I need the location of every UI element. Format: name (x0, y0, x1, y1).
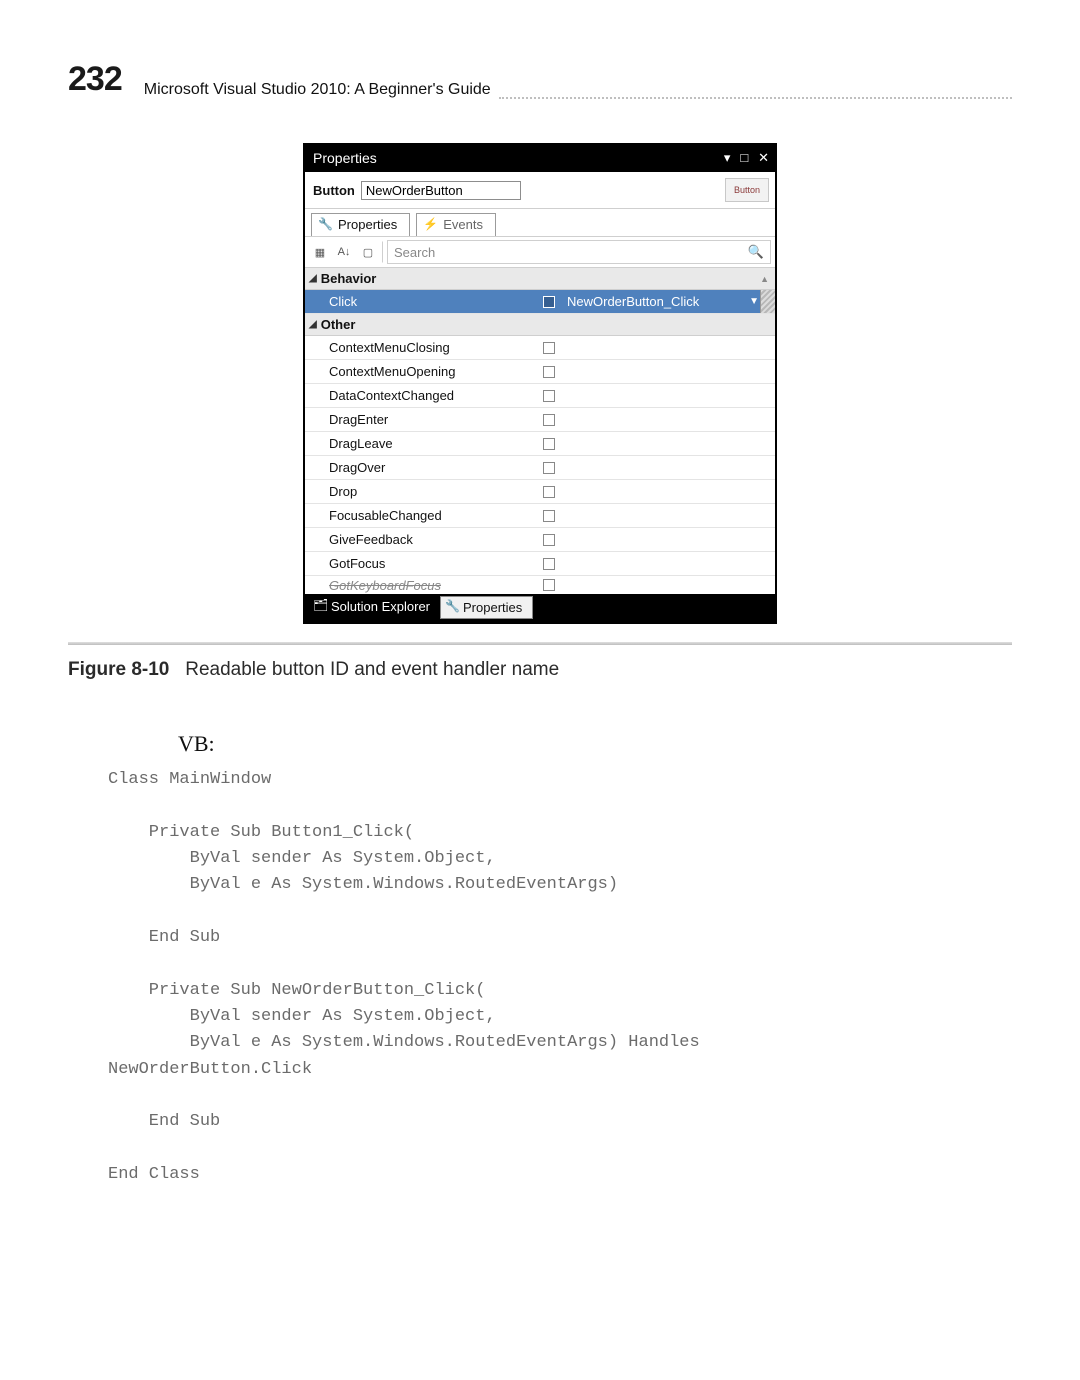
wrench-icon: 🔧 (445, 599, 460, 613)
event-marker-icon[interactable] (543, 390, 555, 402)
event-row[interactable]: FocusableChanged (305, 504, 775, 528)
event-grid: ContextMenuClosing ContextMenuOpening Da… (305, 336, 775, 594)
window-title: Properties (313, 150, 718, 166)
window-titlebar[interactable]: Properties ▾ □ ✕ (305, 145, 775, 172)
event-marker-icon (543, 579, 555, 591)
event-row[interactable]: DragOver (305, 456, 775, 480)
code-listing: Class MainWindow Private Sub Button1_Cli… (108, 767, 1012, 1189)
event-marker-icon[interactable] (543, 342, 555, 354)
code-language-label: VB: (178, 731, 1012, 757)
properties-window: Properties ▾ □ ✕ Button Button 🔧 Propert… (303, 143, 777, 624)
object-name-input[interactable] (361, 181, 521, 200)
toolbar: ▦ A↓ ▢ Search 🔍 (305, 237, 775, 268)
event-row[interactable]: ContextMenuOpening (305, 360, 775, 384)
category-behavior[interactable]: ◢ Behavior ▲ (305, 268, 775, 290)
event-row[interactable]: ContextMenuClosing (305, 336, 775, 360)
solution-explorer-icon: 🗂 (313, 598, 328, 612)
chevron-down-icon[interactable]: ▼ (749, 296, 759, 307)
dropdown-icon[interactable]: ▾ (724, 150, 731, 165)
scrollbar-thumb[interactable] (760, 290, 775, 313)
tab-events[interactable]: ⚡ Events (416, 213, 496, 236)
event-marker-icon[interactable] (543, 296, 555, 308)
event-row[interactable]: DragLeave (305, 432, 775, 456)
figure-caption: Figure 8-10 Readable button ID and event… (68, 655, 1012, 685)
event-marker-icon[interactable] (543, 438, 555, 450)
book-title: Microsoft Visual Studio 2010: A Beginner… (144, 81, 491, 99)
expand-icon: ◢ (309, 273, 317, 284)
event-marker-icon[interactable] (543, 462, 555, 474)
event-row-cutoff: GotKeyboardFocus (305, 576, 775, 594)
page-number: 232 (68, 60, 122, 99)
lightning-icon: ⚡ (423, 217, 438, 231)
sort-az-icon[interactable]: A↓ (333, 241, 355, 263)
search-input[interactable]: Search 🔍 (387, 240, 771, 264)
event-marker-icon[interactable] (543, 366, 555, 378)
event-handler-value: NewOrderButton_Click (559, 294, 749, 309)
object-name-row: Button Button (305, 172, 775, 209)
close-icon[interactable]: ✕ (758, 150, 769, 165)
search-placeholder: Search (394, 245, 435, 260)
wrench-icon: 🔧 (318, 217, 333, 231)
bottom-tab-strip: 🗂 Solution Explorer 🔧 Properties (305, 594, 775, 622)
view-icon[interactable]: ▢ (357, 241, 383, 263)
event-row-click[interactable]: Click NewOrderButton_Click ▼ (305, 290, 775, 314)
expand-icon: ◢ (309, 319, 317, 330)
page-header: 232 Microsoft Visual Studio 2010: A Begi… (68, 60, 1012, 99)
category-other[interactable]: ◢ Other (305, 314, 775, 336)
search-icon: 🔍 (748, 244, 764, 260)
object-type-badge: Button (725, 178, 769, 202)
event-row[interactable]: DataContextChanged (305, 384, 775, 408)
properties-events-tabs: 🔧 Properties ⚡ Events (305, 209, 775, 237)
event-marker-icon[interactable] (543, 414, 555, 426)
tab-properties-bottom[interactable]: 🔧 Properties (440, 596, 533, 619)
figure-separator (68, 642, 1012, 645)
event-row[interactable]: DragEnter (305, 408, 775, 432)
maximize-icon[interactable]: □ (740, 150, 748, 165)
event-marker-icon[interactable] (543, 558, 555, 570)
event-row[interactable]: GiveFeedback (305, 528, 775, 552)
event-row[interactable]: GotFocus (305, 552, 775, 576)
object-type-label: Button (313, 183, 355, 198)
event-row[interactable]: Drop (305, 480, 775, 504)
tab-properties[interactable]: 🔧 Properties (311, 213, 410, 236)
event-marker-icon[interactable] (543, 486, 555, 498)
scroll-up-icon[interactable]: ▲ (760, 274, 769, 284)
event-marker-icon[interactable] (543, 510, 555, 522)
event-marker-icon[interactable] (543, 534, 555, 546)
tab-solution-explorer[interactable]: 🗂 Solution Explorer (309, 596, 440, 619)
header-dotted-rule (499, 73, 1012, 99)
categorize-icon[interactable]: ▦ (309, 241, 331, 263)
